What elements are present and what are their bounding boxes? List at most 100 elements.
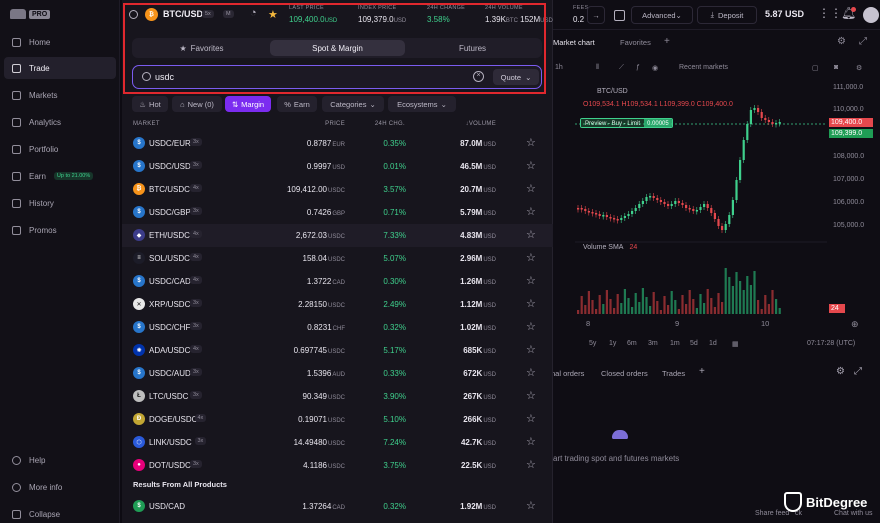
sidebar-item-portfolio[interactable]: Portfolio	[4, 138, 116, 160]
settings-icon[interactable]: ⚙	[856, 64, 862, 72]
favorite-star-icon[interactable]: ☆	[526, 499, 536, 512]
deposit-button[interactable]: ⤓ Deposit	[697, 6, 757, 24]
favorite-star-icon[interactable]: ☆	[526, 389, 536, 402]
table-row[interactable]: ⬡ LINK/USDC 3x 14.49480USDC 7.24% 42.7KUSD ☆	[122, 431, 553, 454]
reset-zoom-icon[interactable]: ⊕	[851, 319, 859, 330]
bell-icon[interactable]: ◔	[250, 7, 257, 19]
gear-icon[interactable]: ⚙	[836, 366, 845, 377]
tab-spot-margin[interactable]: Spot & Margin	[270, 40, 405, 56]
favorite-star-icon[interactable]: ☆	[526, 366, 536, 379]
table-row[interactable]: ✺ ADA/USDC 4x 0.697745USDC 5.17% 685KUSD ☆	[122, 339, 553, 362]
sidebar-item-analytics[interactable]: Analytics	[4, 111, 116, 133]
quote-dropdown[interactable]: Quote ⌄	[493, 69, 539, 85]
table-row[interactable]: $ USDC/CHF 3x 0.8231CHF 0.32% 1.02MUSD ☆	[122, 316, 553, 339]
sidebar-item-more-info[interactable]: More info	[4, 476, 116, 498]
table-row[interactable]: ✕ XRP/USDC 3x 2.28150USDC 2.49% 1.12MUSD ☆	[122, 293, 553, 316]
favorite-star-icon[interactable]: ☆	[526, 182, 536, 195]
indicators-icon[interactable]: ƒ	[636, 64, 640, 71]
avatar[interactable]	[863, 7, 879, 23]
tab-favorites[interactable]: Favorites	[620, 38, 651, 47]
ticker-pair[interactable]: BTC/USD	[163, 9, 203, 19]
expand-icon[interactable]: ⤢	[859, 36, 867, 47]
sidebar-item-earn[interactable]: Earn Up to 21.00%	[4, 165, 116, 187]
filter-earn[interactable]: % Earn	[277, 96, 317, 112]
compare-icon[interactable]: ◉	[652, 64, 658, 72]
search-icon[interactable]	[129, 10, 138, 19]
candles-icon[interactable]: ⫴	[596, 64, 599, 72]
col-price[interactable]: PRICE	[325, 121, 345, 127]
interval-selector[interactable]: 1h	[555, 64, 563, 71]
sidebar-item-collapse[interactable]: Collapse	[4, 503, 116, 523]
mode-dropdown[interactable]: Advanced ⌄	[631, 6, 693, 24]
table-row[interactable]: $ USDC/USD 3x 0.9997USD 0.01% 46.5MUSD ☆	[122, 155, 553, 178]
kraken-pro-logo[interactable]: PRO	[10, 9, 51, 19]
sidebar-item-promos[interactable]: Promos	[4, 219, 116, 241]
table-row[interactable]: Ł LTC/USDC 3x 90.349USDC 3.90% 267KUSD ☆	[122, 385, 553, 408]
favorite-star-icon[interactable]: ☆	[526, 205, 536, 218]
favorite-star-icon[interactable]: ☆	[526, 228, 536, 241]
range-5y[interactable]: 5y	[589, 340, 596, 347]
clear-search-icon[interactable]: ×	[473, 71, 484, 82]
table-row[interactable]: Ð DOGE/USDC 4x 0.19071USDC 5.10% 266KUSD ☆	[122, 408, 553, 431]
fullscreen-icon[interactable]: ▢	[812, 64, 819, 72]
filter-ecosystems[interactable]: Ecosystems ⌄	[388, 96, 456, 112]
filter-categories[interactable]: Categories ⌄	[322, 96, 384, 112]
filter-margin[interactable]: ⇅ Margin	[225, 96, 271, 112]
col-volume[interactable]: ↓VOLUME	[466, 121, 496, 127]
sidebar-item-markets[interactable]: Markets	[4, 84, 116, 106]
table-row[interactable]: $ USDC/AUD 3x 1.5396AUD 0.33% 672KUSD ☆	[122, 362, 553, 385]
table-row[interactable]: ₿ BTC/USDC 4x 109,412.00USDC 3.57% 20.7MUSD ☆	[122, 178, 553, 201]
favorite-star-icon[interactable]: ☆	[526, 320, 536, 333]
favorite-star-icon[interactable]: ☆	[526, 297, 536, 310]
expand-icon[interactable]: ⤢	[854, 366, 862, 377]
calendar-icon[interactable]: ▦	[732, 340, 739, 348]
tab-open-orders[interactable]: nal orders	[551, 369, 584, 378]
filter-hot[interactable]: ♨ Hot	[132, 96, 168, 112]
table-row[interactable]: ≡ SOL/USDC 4x 158.04USDC 5.07% 2.96MUSD ☆	[122, 247, 553, 270]
tab-futures[interactable]: Futures	[405, 40, 540, 56]
filter-new[interactable]: ⌂ New (0)	[172, 96, 222, 112]
tab-trades[interactable]: Trades	[662, 369, 685, 378]
range-1m[interactable]: 1m	[670, 340, 680, 347]
candlestick-chart[interactable]	[575, 80, 827, 320]
range-1y[interactable]: 1y	[609, 340, 616, 347]
sidebar-item-home[interactable]: Home	[4, 31, 116, 53]
favorite-star-icon[interactable]: ☆	[526, 251, 536, 264]
favorite-star-icon[interactable]: ★	[268, 8, 278, 21]
sidebar-item-history[interactable]: History	[4, 192, 116, 214]
range-1d[interactable]: 1d	[709, 340, 717, 347]
camera-icon[interactable]: ◙	[834, 64, 838, 71]
tab-market-chart[interactable]: Market chart	[553, 38, 595, 47]
col-market[interactable]: MARKET	[133, 121, 160, 127]
table-row[interactable]: $ USD/CAD 1.37264CAD 0.32% 1.92MUSD ☆	[122, 495, 553, 518]
sidebar-item-trade[interactable]: Trade	[4, 57, 116, 79]
favorite-star-icon[interactable]: ☆	[526, 412, 536, 425]
tab-closed-orders[interactable]: Closed orders	[601, 369, 648, 378]
range-5d[interactable]: 5d	[690, 340, 698, 347]
add-tab-icon[interactable]: +	[664, 36, 670, 47]
layout-icon[interactable]	[614, 10, 625, 21]
favorite-star-icon[interactable]: ☆	[526, 274, 536, 287]
sidebar-item-help[interactable]: Help	[4, 449, 116, 471]
table-row[interactable]: ● DOT/USDC 3x 4.1186USDC 3.75% 22.5KUSD ☆	[122, 454, 553, 477]
range-3m[interactable]: 3m	[648, 340, 658, 347]
favorite-star-icon[interactable]: ☆	[526, 343, 536, 356]
line-chart-icon[interactable]: ⟋	[619, 64, 624, 72]
apps-grid-icon[interactable]: ⋮⋮	[818, 6, 842, 20]
add-tab-icon[interactable]: +	[699, 366, 705, 377]
gear-icon[interactable]: ⚙	[837, 36, 846, 47]
favorite-star-icon[interactable]: ☆	[526, 136, 536, 149]
table-row[interactable]: $ USDC/EUR 3x 0.8787EUR 0.35% 87.0MUSD ☆	[122, 132, 553, 155]
table-row[interactable]: $ USDC/GBP 3x 0.7426GBP 0.71% 5.79MUSD ☆	[122, 201, 553, 224]
table-row[interactable]: ◆ ETH/USDC 4x 2,672.03USDC 7.33% 4.83MUSD ☆	[122, 224, 553, 247]
recent-markets-button[interactable]: Recent markets	[679, 64, 728, 71]
favorite-star-icon[interactable]: ☆	[526, 458, 536, 471]
tab-favorites[interactable]: ★ Favorites	[134, 40, 269, 56]
expand-button[interactable]: →	[587, 6, 605, 24]
range-6m[interactable]: 6m	[627, 340, 637, 347]
table-row[interactable]: $ USDC/CAD 4x 1.3722CAD 0.30% 1.26MUSD ☆	[122, 270, 553, 293]
account-balance[interactable]: 5.87 USD	[765, 9, 804, 19]
col-change[interactable]: 24H CHG.	[375, 121, 405, 127]
favorite-star-icon[interactable]: ☆	[526, 435, 536, 448]
favorite-star-icon[interactable]: ☆	[526, 159, 536, 172]
